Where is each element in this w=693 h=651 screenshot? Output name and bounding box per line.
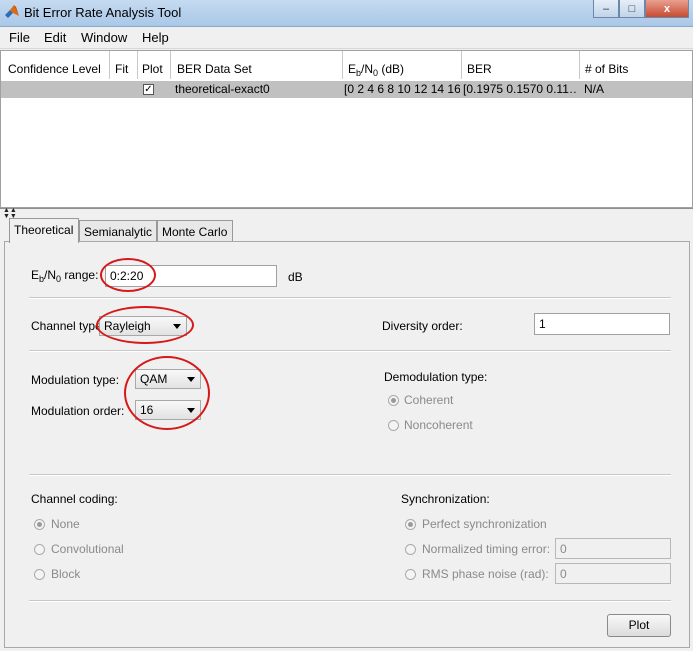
divider: [29, 350, 671, 352]
synchronization-label: Synchronization:: [401, 492, 490, 506]
pane-splitter[interactable]: ▲▲ ▼▼: [0, 207, 693, 220]
radio-timing-error[interactable]: [405, 544, 416, 555]
column-divider[interactable]: [137, 51, 138, 79]
tab-theoretical[interactable]: Theoretical: [9, 218, 79, 243]
radio-phase-noise[interactable]: [405, 569, 416, 580]
column-divider[interactable]: [342, 51, 343, 79]
col-ebno[interactable]: Eb/N0 (dB): [348, 59, 404, 79]
theoretical-panel: Eb/N0 range: 0:2:20 dB Channel type: Ray…: [4, 241, 690, 648]
cell-ber[interactable]: [0.1975 0.1570 0.11…: [463, 81, 578, 98]
tab-semianalytic[interactable]: Semianalytic: [79, 220, 157, 242]
table-header: Confidence Level Fit Plot BER Data Set E…: [1, 59, 692, 79]
window-controls: – □ x: [593, 0, 689, 18]
modulation-type-label: Modulation type:: [31, 373, 120, 387]
menu-edit[interactable]: Edit: [44, 30, 66, 45]
minimize-button[interactable]: –: [593, 0, 619, 18]
radio-coherent[interactable]: [388, 395, 399, 406]
diversity-order-input[interactable]: 1: [534, 313, 670, 335]
chevron-down-icon: [173, 324, 181, 329]
radio-coding-block[interactable]: [34, 569, 45, 580]
cell-fit[interactable]: [115, 81, 135, 98]
noncoherent-label: Noncoherent: [404, 418, 473, 432]
col-fit[interactable]: Fit: [115, 59, 128, 79]
divider: [29, 474, 671, 476]
table-row[interactable]: ✓ theoretical-exact0 [0 2 4 6 8 10 12 14…: [1, 81, 692, 98]
column-divider[interactable]: [109, 51, 110, 79]
cell-dataset[interactable]: theoretical-exact0: [175, 81, 340, 98]
column-divider[interactable]: [461, 51, 462, 79]
divider: [29, 600, 671, 602]
divider: [29, 297, 671, 299]
col-ber-data-set[interactable]: BER Data Set: [177, 59, 252, 79]
radio-noncoherent[interactable]: [388, 420, 399, 431]
column-divider[interactable]: [170, 51, 171, 79]
chevron-down-icon: [187, 408, 195, 413]
ebno-range-label: Eb/N0 range:: [31, 268, 99, 284]
chevron-down-icon: [187, 377, 195, 382]
coherent-label: Coherent: [404, 393, 454, 407]
col-ber[interactable]: BER: [467, 59, 492, 79]
modulation-type-select[interactable]: QAM: [135, 369, 201, 389]
ebno-range-input[interactable]: 0:2:20: [105, 265, 277, 287]
timing-error-input[interactable]: 0: [555, 538, 671, 559]
channel-coding-label: Channel coding:: [31, 492, 118, 506]
ber-data-table[interactable]: Confidence Level Fit Plot BER Data Set E…: [0, 50, 693, 208]
timing-error-label: Normalized timing error:: [422, 542, 551, 556]
menu-window[interactable]: Window: [81, 30, 127, 45]
cell-confidence[interactable]: [8, 81, 108, 98]
matlab-logo-icon: [5, 5, 19, 18]
cell-num-bits[interactable]: N/A: [584, 81, 684, 98]
title-bar: Bit Error Rate Analysis Tool – □ x: [0, 0, 693, 27]
window-title: Bit Error Rate Analysis Tool: [24, 5, 182, 20]
modulation-order-select[interactable]: 16: [135, 400, 201, 420]
coding-convolutional-label: Convolutional: [51, 542, 124, 556]
radio-perfect-sync[interactable]: [405, 519, 416, 530]
col-plot[interactable]: Plot: [142, 59, 163, 79]
phase-noise-input[interactable]: 0: [555, 563, 671, 584]
cell-ebno[interactable]: [0 2 4 6 8 10 12 14 16…: [344, 81, 460, 98]
menu-bar: File Edit Window Help: [0, 27, 693, 49]
channel-type-label: Channel type:: [31, 319, 106, 333]
tab-monte-carlo[interactable]: Monte Carlo: [157, 220, 233, 242]
column-divider[interactable]: [579, 51, 580, 79]
diversity-order-label: Diversity order:: [382, 319, 463, 333]
modulation-order-label: Modulation order:: [31, 404, 125, 418]
ebno-unit-label: dB: [288, 270, 303, 284]
col-confidence-level[interactable]: Confidence Level: [8, 59, 101, 79]
plot-checkbox[interactable]: ✓: [143, 84, 154, 95]
perfect-sync-label: Perfect synchronization: [422, 517, 547, 531]
col-num-bits[interactable]: # of Bits: [585, 59, 628, 79]
phase-noise-label: RMS phase noise (rad):: [422, 567, 549, 581]
menu-help[interactable]: Help: [142, 30, 169, 45]
close-button[interactable]: x: [645, 0, 689, 18]
channel-type-select[interactable]: Rayleigh: [99, 316, 187, 336]
radio-coding-none[interactable]: [34, 519, 45, 530]
maximize-button[interactable]: □: [619, 0, 645, 18]
plot-button[interactable]: Plot: [607, 614, 671, 637]
coding-none-label: None: [51, 517, 80, 531]
coding-block-label: Block: [51, 567, 81, 581]
radio-coding-convolutional[interactable]: [34, 544, 45, 555]
menu-file[interactable]: File: [9, 30, 30, 45]
demodulation-type-label: Demodulation type:: [384, 370, 488, 384]
